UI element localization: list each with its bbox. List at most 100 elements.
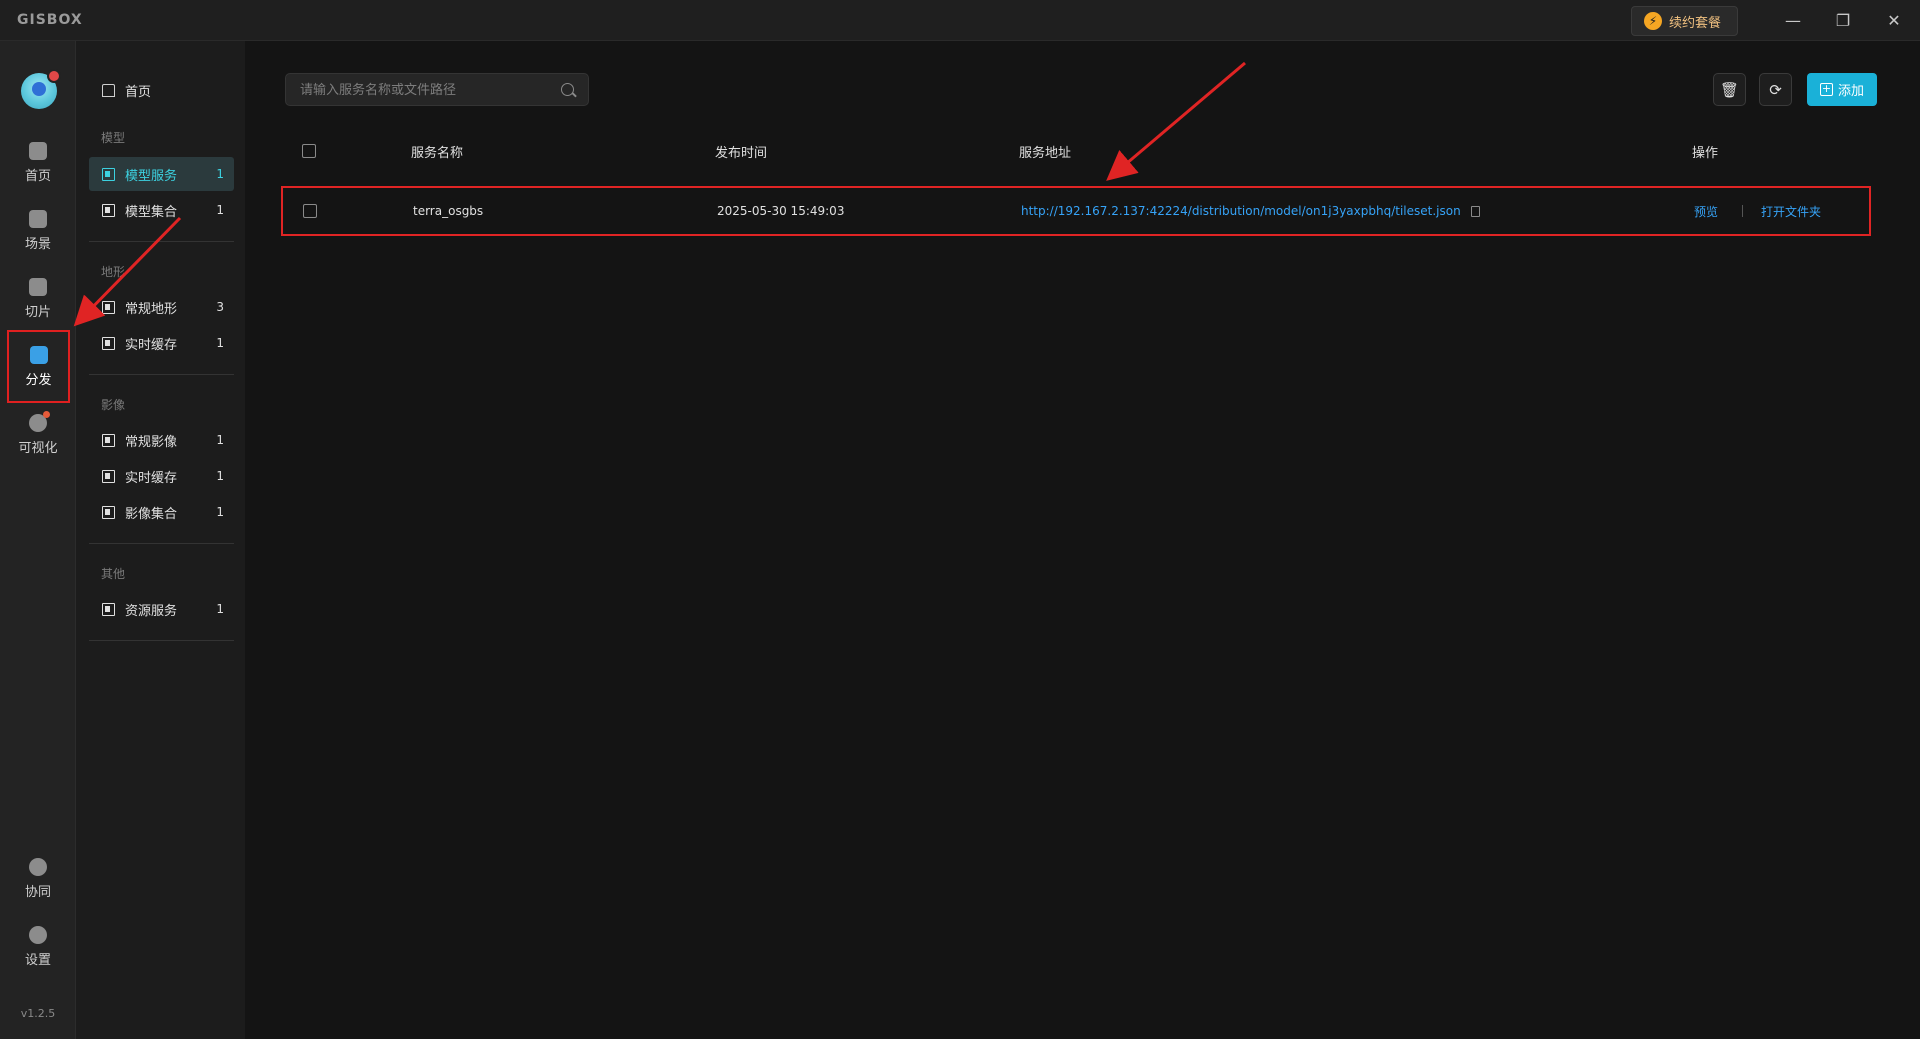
sidebar-item-label: 影像集合 [125, 506, 178, 522]
left-rail: 首页 场景 切片 分发 可视化 协同 设置 v1.2.5 [0, 41, 76, 1039]
service-url-cell: http://192.167.2.137:42224/distribution/… [1021, 204, 1480, 218]
rail-item-home[interactable]: 首页 [4, 133, 72, 193]
count-badge: 1 [216, 602, 224, 616]
sidebar-item-imagery-collection[interactable]: 影像集合 1 [89, 495, 234, 529]
refresh-icon: ⟳ [1769, 80, 1782, 99]
table-header: 服务名称 发布时间 服务地址 操作 [285, 131, 1875, 171]
main-content: 🗑 ⟳ + 添加 服务名称 发布时间 服务地址 操作 terra_osgbs 2… [245, 41, 1920, 1039]
model-icon [102, 167, 115, 181]
select-all-checkbox[interactable] [302, 144, 316, 158]
rail-item-distribute[interactable]: 分发 [7, 330, 70, 403]
sidebar-item-model-service[interactable]: 模型服务 1 [89, 157, 234, 191]
sidebar-item-label: 常规地形 [125, 301, 178, 317]
category-sidebar: 首页 模型 模型服务 1 模型集合 1 地形 常规地形 3 实时缓存 1 影像 … [76, 41, 245, 1039]
sidebar-item-label: 实时缓存 [125, 337, 178, 353]
resource-icon [102, 602, 115, 616]
avatar-face-icon [32, 82, 46, 96]
search-box[interactable] [285, 73, 589, 106]
rail-item-label: 可视化 [18, 441, 58, 456]
sidebar-item-imagery[interactable]: 常规影像 1 [89, 423, 234, 457]
sidebar-item-label: 资源服务 [125, 603, 178, 619]
search-icon[interactable] [561, 83, 574, 96]
publish-time: 2025-05-30 15:49:03 [717, 204, 845, 218]
group-label-model: 模型 [101, 131, 126, 145]
row-actions: 预览 打开文件夹 [1694, 203, 1821, 220]
service-name: terra_osgbs [413, 204, 484, 218]
group-label-imagery: 影像 [101, 398, 126, 412]
title-bar: GISBOX ⚡ 续约套餐 — ❐ ✕ [0, 0, 1920, 41]
minimize-button[interactable]: — [1779, 8, 1807, 32]
count-badge: 1 [216, 433, 224, 447]
renew-plan-button[interactable]: ⚡ 续约套餐 [1631, 6, 1738, 36]
version-label: v1.2.5 [20, 1007, 56, 1020]
rail-item-slice[interactable]: 切片 [4, 269, 72, 329]
group-label-other: 其他 [101, 567, 126, 581]
home-icon [102, 84, 115, 97]
notification-dot-icon [47, 69, 61, 83]
sidebar-item-label: 实时缓存 [125, 470, 178, 486]
rail-item-visualize[interactable]: 可视化 [4, 405, 72, 465]
add-button-label: 添加 [1837, 84, 1864, 99]
action-separator [1742, 205, 1744, 217]
slice-icon [29, 278, 47, 296]
maximize-button[interactable]: ❐ [1829, 8, 1857, 32]
rail-item-label: 设置 [24, 953, 51, 968]
imagery-collection-icon [102, 505, 115, 519]
plus-icon: + [1819, 82, 1833, 96]
terrain-icon [102, 300, 115, 314]
count-badge: 1 [216, 469, 224, 483]
count-badge: 1 [216, 203, 224, 217]
sidebar-item-label: 模型服务 [125, 168, 178, 184]
sidebar-item-model-collection[interactable]: 模型集合 1 [89, 193, 234, 227]
divider [89, 374, 234, 375]
sidebar-item-label: 常规影像 [125, 434, 178, 450]
rail-item-settings[interactable]: 设置 [4, 917, 72, 977]
search-input[interactable] [300, 82, 561, 97]
trash-icon: 🗑 [1719, 80, 1740, 99]
home-icon [29, 142, 47, 160]
rail-item-label: 协同 [24, 885, 51, 900]
imagery-icon [102, 433, 115, 447]
add-button[interactable]: + 添加 [1807, 73, 1877, 106]
sidebar-item-terrain-cache[interactable]: 实时缓存 1 [89, 326, 234, 360]
cache-icon [102, 336, 115, 350]
model-icon [102, 203, 115, 217]
row-checkbox[interactable] [303, 204, 317, 218]
column-header-url: 服务地址 [1019, 145, 1072, 161]
sidebar-item-label: 首页 [125, 85, 152, 100]
sidebar-item-imagery-cache[interactable]: 实时缓存 1 [89, 459, 234, 493]
rail-item-collab[interactable]: 协同 [4, 849, 72, 909]
refresh-button[interactable]: ⟳ [1759, 73, 1792, 106]
rail-item-label: 切片 [24, 305, 51, 320]
column-header-name[interactable]: 服务名称 [411, 142, 463, 161]
count-badge: 1 [216, 336, 224, 350]
count-badge: 1 [216, 505, 224, 519]
table-row[interactable]: terra_osgbs 2025-05-30 15:49:03 http://1… [281, 186, 1871, 236]
cache-icon [102, 469, 115, 483]
open-folder-link[interactable]: 打开文件夹 [1761, 203, 1821, 220]
divider [89, 543, 234, 544]
close-button[interactable]: ✕ [1880, 8, 1908, 32]
visualize-icon [29, 411, 50, 432]
renew-plan-label: 续约套餐 [1669, 15, 1722, 31]
column-header-ops: 操作 [1692, 145, 1719, 161]
rail-item-label: 分发 [25, 372, 52, 388]
count-badge: 1 [216, 167, 224, 181]
delete-button[interactable]: 🗑 [1713, 73, 1746, 106]
settings-icon [29, 926, 47, 944]
rail-item-label: 首页 [24, 169, 51, 184]
rail-item-scene[interactable]: 场景 [4, 201, 72, 261]
preview-link[interactable]: 预览 [1694, 203, 1718, 220]
sidebar-item-terrain[interactable]: 常规地形 3 [89, 290, 234, 324]
column-header-time[interactable]: 发布时间 [715, 142, 767, 161]
sidebar-item-resource-service[interactable]: 资源服务 1 [89, 592, 234, 626]
distribute-icon [29, 345, 48, 364]
sidebar-item-home[interactable]: 首页 [102, 81, 151, 100]
rail-item-label: 场景 [24, 237, 51, 252]
service-url-link[interactable]: http://192.167.2.137:42224/distribution/… [1021, 204, 1461, 218]
group-label-terrain: 地形 [101, 265, 126, 279]
sidebar-item-label: 模型集合 [125, 204, 178, 220]
copy-icon[interactable] [1470, 205, 1480, 217]
count-badge: 3 [216, 300, 224, 314]
divider [89, 640, 234, 641]
